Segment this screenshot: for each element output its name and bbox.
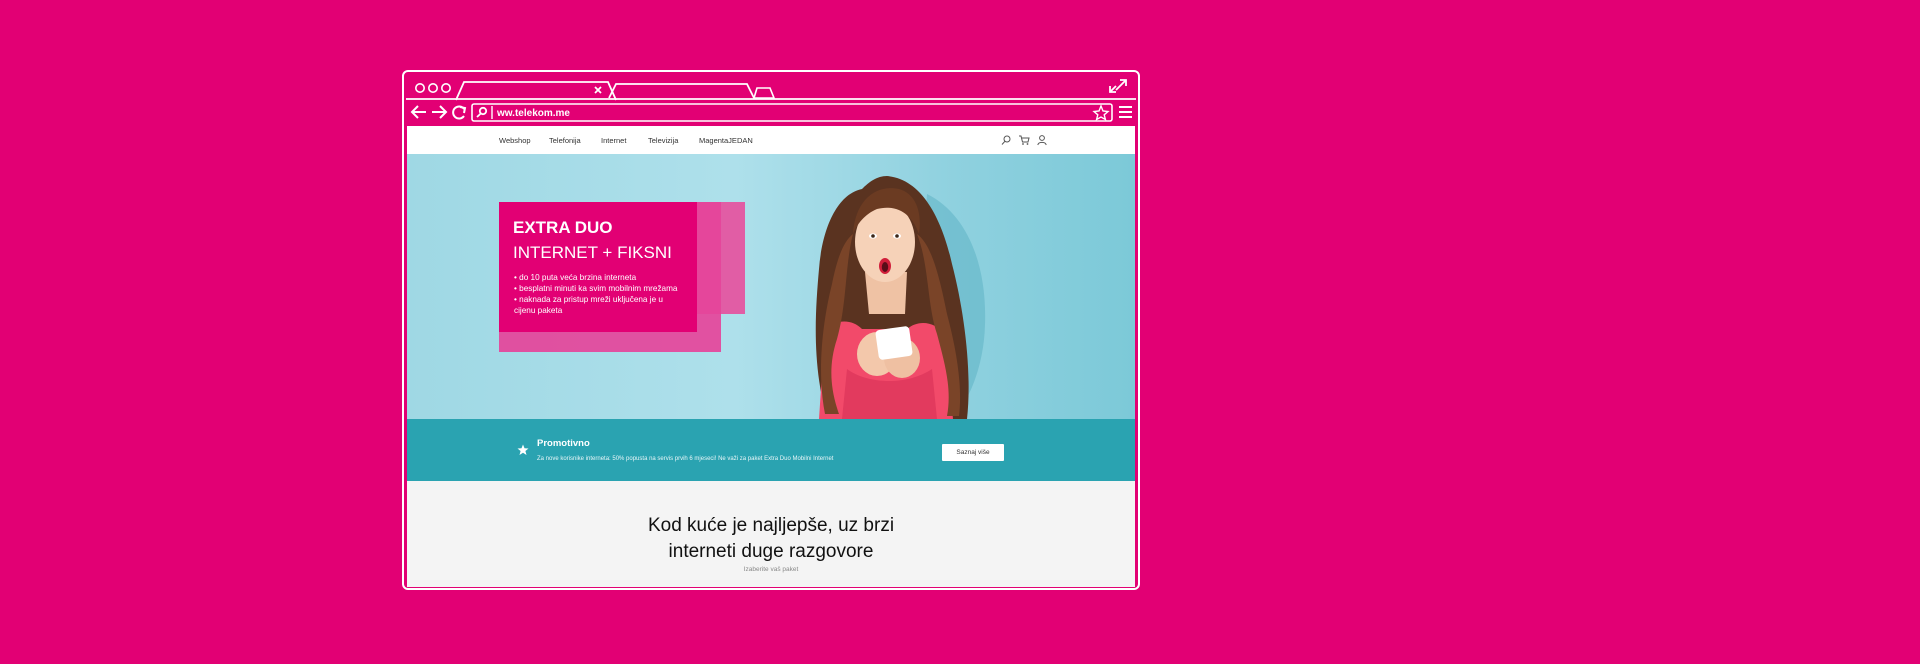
nav-item-televizija[interactable]: Televizija <box>648 136 678 145</box>
forward-arrow-icon[interactable] <box>432 105 448 119</box>
promo-title-light: INTERNET + FIKSNI <box>513 243 672 262</box>
site-nav: Webshop Telefonija Internet Televizija M… <box>407 126 1135 154</box>
page-viewport: Webshop Telefonija Internet Televizija M… <box>407 126 1135 587</box>
window-dot-2[interactable] <box>427 83 438 93</box>
browser-tab-inactive[interactable] <box>608 83 755 99</box>
user-icon[interactable] <box>1036 134 1048 146</box>
menu-icon[interactable] <box>1119 106 1132 118</box>
tab-close-icon[interactable] <box>594 86 602 94</box>
search-icon[interactable] <box>1000 134 1012 146</box>
promo-bar-title: Promotivno <box>537 438 590 449</box>
hero-promo-box[interactable]: EXTRA DUO INTERNET + FIKSNI • do 10 puta… <box>499 202 745 352</box>
address-text: ww.telekom.me <box>497 108 570 119</box>
headline-line-1: Kod kuće je najljepše, uz brzi <box>647 515 895 536</box>
nav-item-webshop[interactable]: Webshop <box>499 136 531 145</box>
window-dot-3[interactable] <box>440 83 451 93</box>
learn-more-button[interactable]: Saznaj više <box>942 444 1004 461</box>
search-icon <box>476 106 488 118</box>
promo-bullet: • besplatni minuti ka svim mobilnim mrež… <box>514 284 678 293</box>
back-arrow-icon[interactable] <box>410 105 426 119</box>
promo-title-bold: EXTRA DUO <box>513 218 613 237</box>
cart-icon[interactable] <box>1018 134 1030 146</box>
promo-bullet: • do 10 puta veća brzina interneta <box>514 273 637 282</box>
promo-bullet: • naknada za pristup mreži uključena je … <box>514 295 663 304</box>
bookmark-star-icon[interactable] <box>1092 104 1110 121</box>
new-tab-icon[interactable] <box>752 87 776 99</box>
hero-banner: EXTRA DUO INTERNET + FIKSNI • do 10 puta… <box>407 154 1135 419</box>
promo-bar: Promotivno Za nove korisnike interneta: … <box>407 419 1135 481</box>
promo-bar-text: Za nove korisnike interneta: 50% popusta… <box>537 456 834 462</box>
browser-window: ww.telekom.me Webshop Telefonija Interne… <box>402 70 1140 590</box>
packages-section: Kod kuće je najljepše, uz brzi interneti… <box>407 481 1135 587</box>
headline-line-2: interneti duge razgovore <box>668 541 874 562</box>
star-icon <box>517 444 529 455</box>
nav-item-internet[interactable]: Internet <box>601 136 626 145</box>
nav-item-magentajedan[interactable]: MagentaJEDAN <box>699 136 753 145</box>
window-dot-1[interactable] <box>415 83 425 93</box>
promo-bullet: cijenu paketa <box>514 306 563 315</box>
section-subline[interactable]: Izaberite vaš paket <box>407 566 1135 573</box>
section-headline: Kod kuće je najljepše, uz brzi interneti… <box>407 513 1135 565</box>
expand-icon[interactable] <box>1109 79 1127 93</box>
nav-item-telefonija[interactable]: Telefonija <box>549 136 581 145</box>
reload-icon[interactable] <box>452 105 467 120</box>
browser-tab-active[interactable] <box>455 81 617 101</box>
